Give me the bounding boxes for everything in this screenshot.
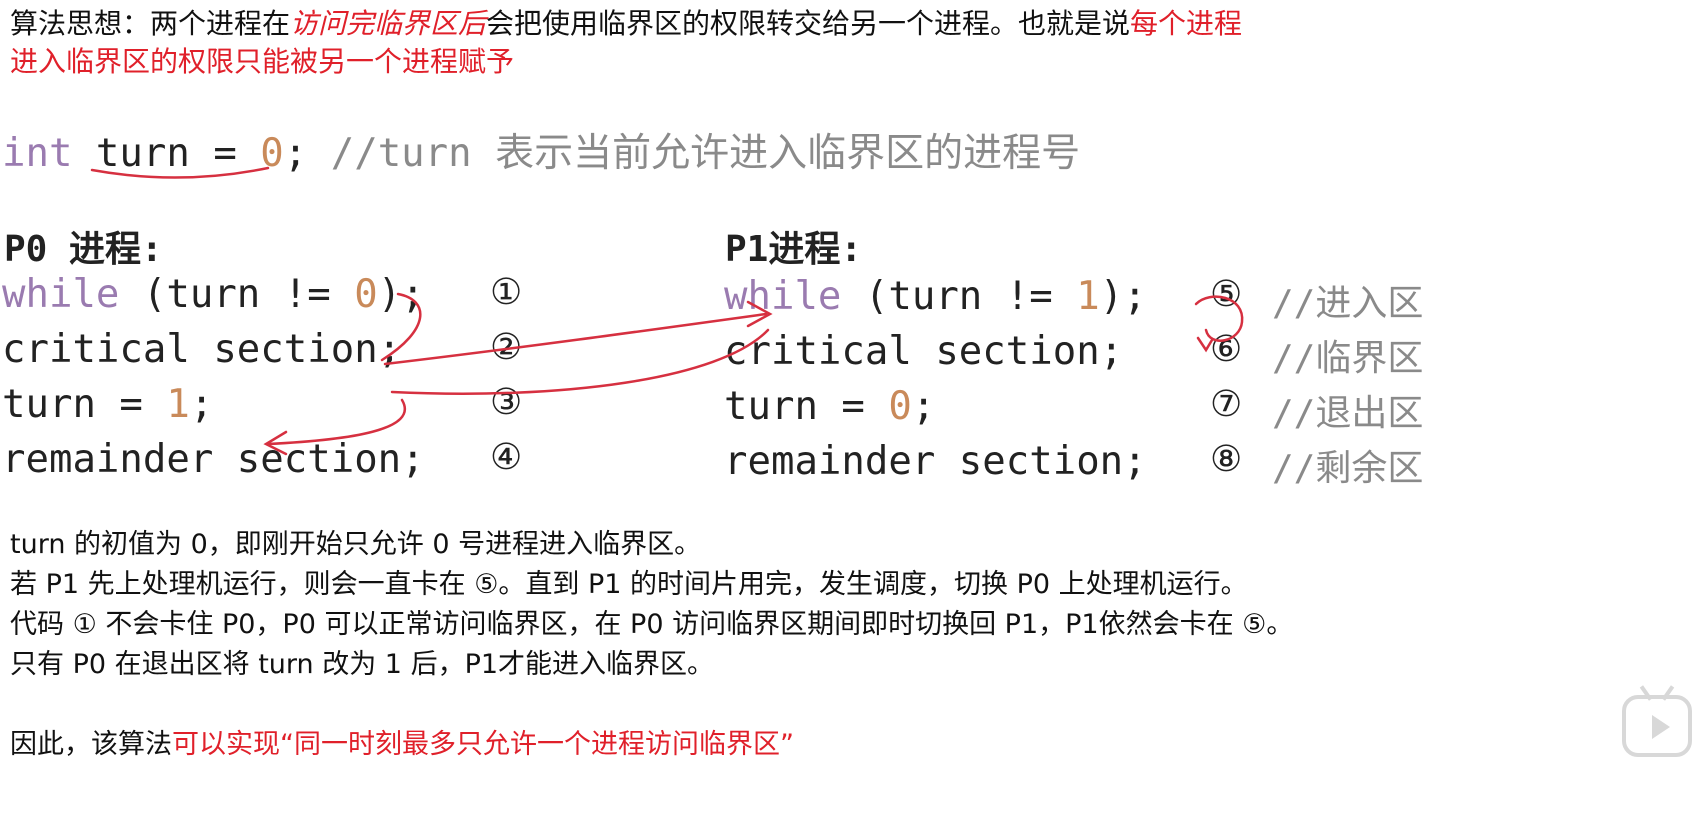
code-text: turn =: [724, 384, 889, 429]
p0-line-3: turn = 1;: [2, 382, 213, 427]
p1-line-1: while (turn != 1);: [724, 274, 1147, 319]
marker-5: ⑤: [1210, 274, 1243, 315]
conclusion-emphasis: 可以实现“同一时刻最多只允许一个进程访问临界区”: [172, 729, 794, 760]
decl-value: 0: [260, 131, 284, 176]
code-number: 0: [354, 272, 378, 317]
p0-label: P0 进程:: [4, 229, 163, 270]
keyword-while: while: [2, 272, 120, 317]
marker-4: ④: [490, 437, 523, 478]
conclusion: 因此，该算法可以实现“同一时刻最多只允许一个进程访问临界区”: [10, 722, 794, 761]
conclusion-prefix: 因此，该算法: [10, 729, 172, 760]
marker-1: ①: [490, 272, 523, 313]
marker-8: ⑧: [1210, 439, 1243, 480]
code-number: 0: [888, 384, 912, 429]
turn-declaration: int turn = 0; //turn 表示当前允许进入临界区的进程号: [2, 122, 1080, 178]
explanation-line-4: 只有 P0 在退出区将 turn 改为 1 后，P1才能进入临界区。: [10, 649, 715, 680]
code-text: ;: [189, 382, 214, 427]
explanation-line-2: 若 P1 先上处理机运行，则会一直卡在 ⑤。直到 P1 的时间片用完，发生调度，…: [10, 569, 1248, 600]
code-text: ;: [911, 384, 936, 429]
code-text: );: [1099, 274, 1147, 319]
keyword-while: while: [724, 274, 842, 319]
arrow-2-to-5: [383, 312, 768, 366]
code-number: 1: [166, 382, 190, 427]
p1-line-2: critical section;: [724, 329, 1124, 374]
p1-comment-remainder: //剩余区: [1272, 448, 1424, 489]
decl-comment: //turn 表示当前允许进入临界区的进程号: [307, 131, 1081, 176]
intro-line-2: 进入临界区的权限只能被另一个进程赋予: [10, 45, 515, 78]
marker-7: ⑦: [1210, 384, 1243, 425]
p1-line-4: remainder section;: [724, 439, 1147, 484]
code-text: turn =: [2, 382, 167, 427]
p1-comment-entry: //进入区: [1272, 283, 1424, 324]
keyword-int: int: [2, 131, 73, 176]
decl-semicolon: ;: [283, 131, 308, 176]
p1-label: P1进程:: [725, 229, 863, 270]
play-icon: [1652, 715, 1670, 739]
p1-line-3: turn = 0;: [724, 384, 935, 429]
explanation-line-1: turn 的初值为 0，即刚开始只允许 0 号进程进入临界区。: [10, 529, 702, 560]
p1-comment-exit: //退出区: [1272, 393, 1424, 434]
marker-6: ⑥: [1210, 329, 1243, 370]
intro-emphasis-2: 每个进程: [1130, 7, 1243, 40]
code-number: 1: [1076, 274, 1100, 319]
code-text: (turn !=: [119, 272, 355, 317]
code-text: );: [377, 272, 425, 317]
p1-comment-critical: //临界区: [1272, 338, 1424, 379]
marker-2: ②: [490, 327, 523, 368]
bilibili-tv-icon: [1622, 695, 1692, 757]
intro-emphasis-1: 访问完临界区后: [290, 7, 487, 40]
marker-3: ③: [490, 382, 523, 423]
explanation-line-3: 代码 ① 不会卡住 P0，P0 可以正常访问临界区，在 P0 访问临界区期间即时…: [10, 609, 1294, 640]
intro-text: 算法思想：两个进程在: [10, 7, 291, 40]
arrow-back-to-2: [390, 328, 770, 395]
intro-line-1: 算法思想：两个进程在访问完临界区后会把使用临界区的权限转交给另一个进程。也就是说…: [10, 2, 1242, 42]
code-text: (turn !=: [841, 274, 1077, 319]
intro-text-2: 会把使用临界区的权限转交给另一个进程。也就是说: [486, 7, 1131, 40]
decl-text: turn =: [72, 131, 261, 176]
p0-line-2: critical section;: [2, 327, 402, 372]
p0-line-1: while (turn != 0);: [2, 272, 425, 317]
p0-line-4: remainder section;: [2, 437, 425, 482]
